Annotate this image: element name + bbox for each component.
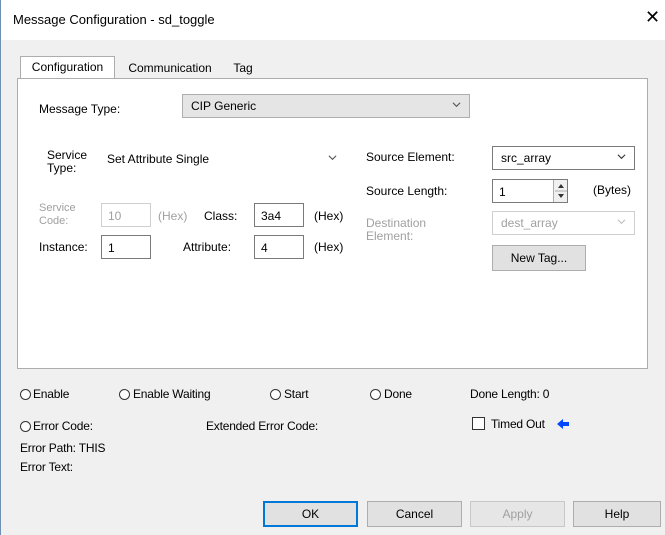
instance-value: 1 bbox=[108, 241, 115, 255]
help-button[interactable]: Help bbox=[573, 501, 661, 527]
attribute-unit: (Hex) bbox=[314, 240, 344, 254]
close-icon[interactable]: ✕ bbox=[645, 8, 660, 28]
class-field[interactable]: 3a4 bbox=[254, 203, 304, 227]
cancel-label: Cancel bbox=[395, 507, 434, 521]
apply-label: Apply bbox=[502, 507, 533, 521]
title-bar: Message Configuration - sd_toggle ✕ bbox=[1, 0, 665, 40]
error-text-label: Error Text: bbox=[20, 460, 73, 474]
start-label: Start bbox=[284, 387, 309, 401]
chevron-down-icon bbox=[328, 155, 337, 161]
class-unit: (Hex) bbox=[314, 209, 344, 223]
spinner-arrows-icon bbox=[555, 184, 567, 198]
attribute-label: Attribute: bbox=[183, 240, 232, 254]
source-element-label: Source Element: bbox=[366, 150, 455, 164]
service-code-field: 10 bbox=[101, 203, 151, 227]
timed-out-label: Timed Out bbox=[491, 417, 545, 431]
enable-indicator bbox=[20, 389, 31, 400]
new-tag-label: New Tag... bbox=[510, 251, 568, 265]
source-element-value: src_array bbox=[501, 151, 552, 165]
configuration-panel: Message Type: CIP Generic Service Type: … bbox=[17, 78, 648, 369]
chevron-down-icon bbox=[617, 154, 626, 160]
apply-button: Apply bbox=[470, 501, 565, 527]
done-indicator bbox=[370, 389, 381, 400]
source-length-value: 1 bbox=[499, 185, 506, 199]
chevron-down-icon bbox=[617, 219, 626, 225]
service-type-label: Service Type: bbox=[47, 148, 88, 175]
tab-tag[interactable]: Tag bbox=[223, 58, 263, 80]
source-length-field[interactable]: 1 bbox=[492, 179, 568, 203]
destination-element-select: dest_array bbox=[492, 211, 635, 235]
help-label: Help bbox=[604, 507, 630, 521]
extended-error-code-label: Extended Error Code: bbox=[206, 419, 319, 433]
class-label: Class: bbox=[204, 209, 238, 223]
enable-waiting-indicator bbox=[119, 389, 130, 400]
source-length-unit: (Bytes) bbox=[593, 183, 632, 197]
error-code-label: Error Code: bbox=[33, 419, 93, 433]
message-type-label: Message Type: bbox=[39, 102, 121, 116]
done-length: Done Length: 0 bbox=[470, 387, 550, 401]
service-code-label: Service Code: bbox=[39, 202, 76, 227]
window-title: Message Configuration - sd_toggle bbox=[13, 12, 215, 27]
service-type-select[interactable]: Set Attribute Single bbox=[98, 147, 346, 171]
instance-field[interactable]: 1 bbox=[101, 235, 151, 259]
tab-communication-label: Communication bbox=[128, 61, 212, 75]
source-length-spinner[interactable] bbox=[553, 180, 567, 202]
enable-label: Enable bbox=[33, 387, 70, 401]
start-indicator bbox=[270, 389, 281, 400]
attribute-field[interactable]: 4 bbox=[254, 235, 304, 259]
ok-label: OK bbox=[301, 507, 320, 521]
arrow-left-icon bbox=[557, 419, 569, 429]
new-tag-button[interactable]: New Tag... bbox=[492, 245, 586, 271]
message-type-value: CIP Generic bbox=[191, 99, 257, 113]
cancel-button[interactable]: Cancel bbox=[367, 501, 462, 527]
tab-configuration[interactable]: Configuration bbox=[20, 56, 115, 78]
instance-label: Instance: bbox=[39, 240, 88, 254]
message-configuration-dialog: Message Configuration - sd_toggle ✕ Conf… bbox=[0, 0, 665, 535]
tab-configuration-label: Configuration bbox=[31, 60, 104, 74]
source-length-label: Source Length: bbox=[366, 184, 448, 198]
chevron-down-icon bbox=[452, 102, 461, 108]
ok-button[interactable]: OK bbox=[263, 501, 358, 527]
service-code-value: 10 bbox=[108, 209, 122, 223]
source-element-select[interactable]: src_array bbox=[492, 146, 635, 170]
service-code-unit: (Hex) bbox=[158, 209, 188, 223]
error-code-indicator bbox=[20, 421, 31, 432]
destination-element-value: dest_array bbox=[501, 216, 558, 230]
enable-waiting-label: Enable Waiting bbox=[133, 387, 211, 401]
service-type-value: Set Attribute Single bbox=[107, 152, 210, 166]
tab-communication[interactable]: Communication bbox=[119, 58, 221, 80]
class-value: 3a4 bbox=[261, 209, 282, 223]
attribute-value: 4 bbox=[261, 241, 268, 255]
tab-tag-label: Tag bbox=[233, 61, 253, 75]
message-type-select[interactable]: CIP Generic bbox=[182, 94, 470, 118]
destination-element-label: Destination Element: bbox=[366, 216, 427, 243]
error-path: Error Path: THIS bbox=[20, 441, 106, 455]
timed-out-checkbox bbox=[472, 417, 485, 430]
done-label: Done bbox=[384, 387, 412, 401]
